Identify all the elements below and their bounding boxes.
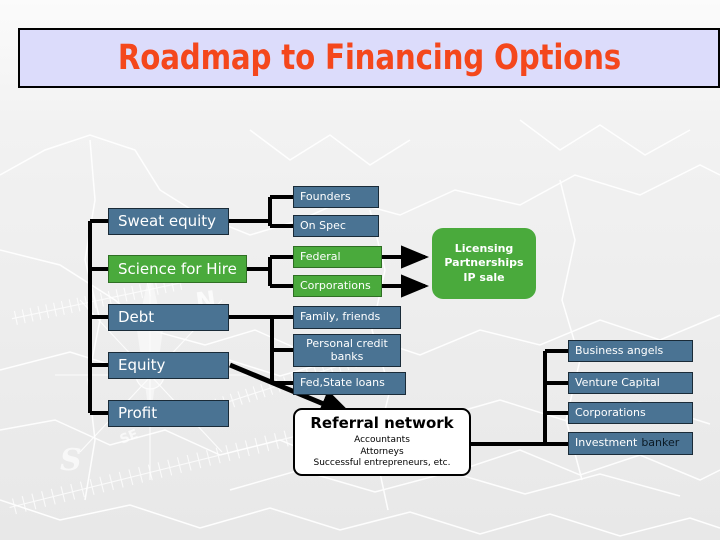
- node-label: Corporations: [300, 278, 371, 292]
- node-equity[interactable]: Equity: [108, 352, 229, 379]
- node-corporations-investor[interactable]: Corporations: [568, 402, 693, 424]
- node-business-angels[interactable]: Business angels: [568, 340, 693, 362]
- node-sweat-equity[interactable]: Sweat equity: [108, 208, 229, 235]
- referral-network-title: Referral network: [310, 414, 454, 433]
- node-label: Venture Capital: [575, 375, 660, 389]
- node-investment-banker[interactable]: Investment banker: [568, 432, 693, 455]
- licensing-line-2: Partnerships: [444, 256, 524, 270]
- node-label: Science for Hire: [118, 259, 237, 278]
- node-on-spec[interactable]: On Spec: [293, 215, 379, 237]
- licensing-line-1: Licensing: [454, 241, 514, 255]
- node-founders[interactable]: Founders: [293, 186, 379, 208]
- node-label: Founders: [300, 189, 351, 203]
- node-science-for-hire[interactable]: Science for Hire: [108, 255, 247, 283]
- node-federal[interactable]: Federal: [293, 246, 382, 268]
- title-bar: Roadmap to Financing Options: [18, 28, 720, 88]
- referral-line-entrepreneurs: Successful entrepreneurs, etc.: [313, 458, 451, 469]
- node-label: Personal credit banks: [306, 337, 388, 363]
- referral-line-attorneys: Attorneys: [360, 446, 404, 457]
- licensing-line-3: IP sale: [463, 270, 505, 284]
- node-label-part-1: Investment: [575, 436, 638, 450]
- node-label: Federal: [300, 249, 341, 263]
- node-licensing-partnerships-ip-sale[interactable]: Licensing Partnerships IP sale: [432, 228, 536, 299]
- node-label: On Spec: [300, 218, 346, 232]
- node-venture-capital[interactable]: Venture Capital: [568, 372, 693, 394]
- node-label: Equity: [118, 356, 166, 375]
- node-personal-credit-banks[interactable]: Personal credit banks: [293, 334, 401, 367]
- node-label: Family, friends: [300, 310, 381, 324]
- node-label-part-2: banker: [641, 436, 680, 450]
- node-label: Fed,State loans: [300, 376, 385, 390]
- node-label: Business angels: [575, 343, 664, 357]
- node-corporations-grants[interactable]: Corporations: [293, 275, 382, 297]
- node-family-friends[interactable]: Family, friends: [293, 306, 401, 329]
- page-title: Roadmap to Financing Options: [117, 38, 621, 78]
- node-debt[interactable]: Debt: [108, 304, 229, 331]
- node-profit[interactable]: Profit: [108, 400, 229, 427]
- node-label: Corporations: [575, 405, 646, 419]
- referral-line-accountants: Accountants: [354, 435, 410, 446]
- node-label: Sweat equity: [118, 212, 217, 231]
- node-referral-network[interactable]: Referral network Accountants Attorneys S…: [293, 408, 471, 476]
- slide-canvas: N S SE Roadmap to Financing Options Swea…: [0, 0, 720, 540]
- node-label: Debt: [118, 308, 155, 327]
- node-fed-state-loans[interactable]: Fed,State loans: [293, 372, 406, 395]
- node-label: Profit: [118, 404, 158, 423]
